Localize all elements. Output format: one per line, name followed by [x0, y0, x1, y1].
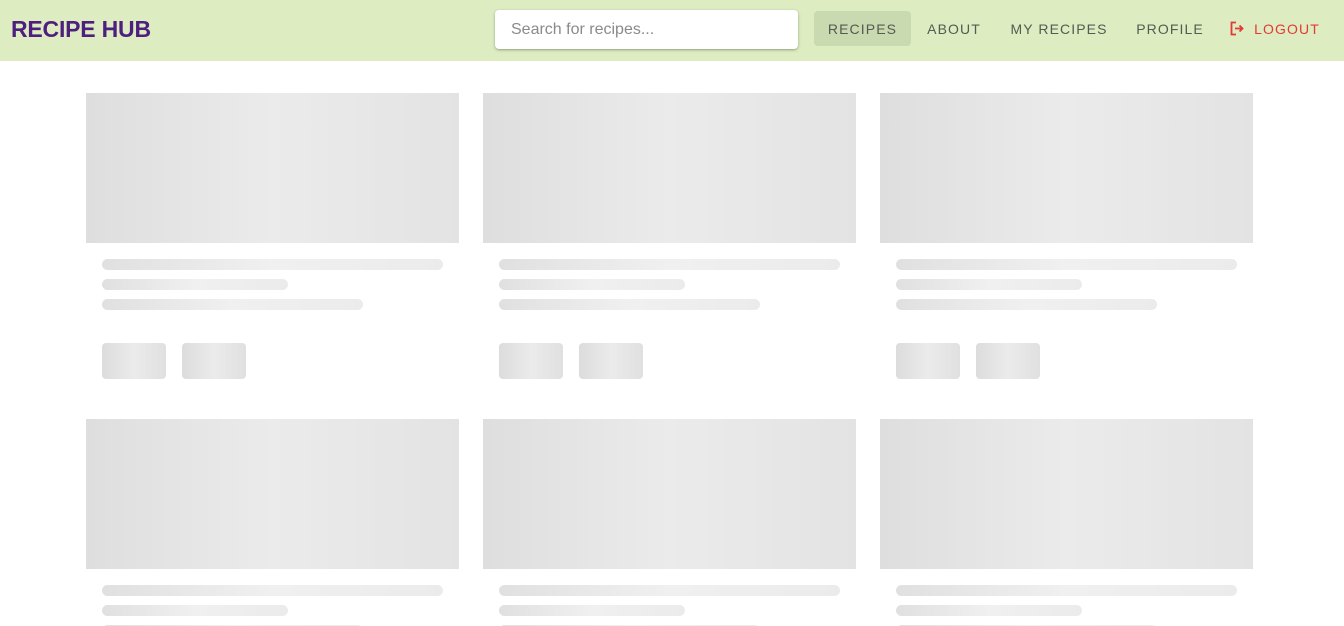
card-text-placeholder [896, 299, 1157, 310]
card-image-placeholder [483, 419, 856, 569]
card-image-placeholder [483, 93, 856, 243]
card-subtitle-placeholder [896, 279, 1082, 290]
card-button-placeholder [499, 343, 563, 379]
recipe-card-skeleton [86, 419, 459, 626]
nav-profile-label: PROFILE [1136, 20, 1204, 37]
card-title-placeholder [499, 259, 840, 270]
logout-button[interactable]: LOGOUT [1224, 11, 1326, 46]
card-text-placeholder [102, 299, 363, 310]
card-subtitle-placeholder [499, 605, 685, 616]
card-image-placeholder [880, 419, 1253, 569]
recipe-card-skeleton [880, 419, 1253, 626]
card-image-placeholder [86, 419, 459, 569]
app-header: RECIPE HUB RECIPES ABOUT MY RECIPES PROF… [0, 0, 1344, 61]
card-subtitle-placeholder [102, 279, 288, 290]
logout-label: LOGOUT [1254, 20, 1320, 37]
app-title[interactable]: RECIPE HUB [11, 15, 151, 43]
logout-icon [1230, 21, 1244, 36]
card-title-placeholder [499, 585, 840, 596]
card-title-placeholder [896, 259, 1237, 270]
card-button-placeholder [102, 343, 166, 379]
nav-profile-button[interactable]: PROFILE [1128, 11, 1212, 46]
card-button-placeholder [896, 343, 960, 379]
nav-recipes-label: RECIPES [827, 20, 898, 37]
card-title-placeholder [102, 259, 443, 270]
card-image-placeholder [86, 93, 459, 243]
card-button-placeholder [579, 343, 643, 379]
recipe-card-skeleton [483, 419, 856, 626]
card-text-placeholder [499, 299, 760, 310]
nav-my-recipes-label: MY RECIPES [1010, 20, 1108, 37]
nav-about-label: ABOUT [927, 20, 981, 37]
card-button-placeholder [976, 343, 1040, 379]
card-title-placeholder [896, 585, 1237, 596]
card-subtitle-placeholder [896, 605, 1082, 616]
search-input[interactable] [495, 10, 798, 49]
card-subtitle-placeholder [499, 279, 685, 290]
nav-about-button[interactable]: ABOUT [920, 11, 988, 46]
card-button-placeholder [182, 343, 246, 379]
card-image-placeholder [880, 93, 1253, 243]
nav-recipes-button[interactable]: RECIPES [814, 11, 911, 46]
card-title-placeholder [102, 585, 443, 596]
search-box[interactable] [495, 10, 798, 49]
card-subtitle-placeholder [102, 605, 288, 616]
nav-my-recipes-button[interactable]: MY RECIPES [1003, 11, 1115, 46]
